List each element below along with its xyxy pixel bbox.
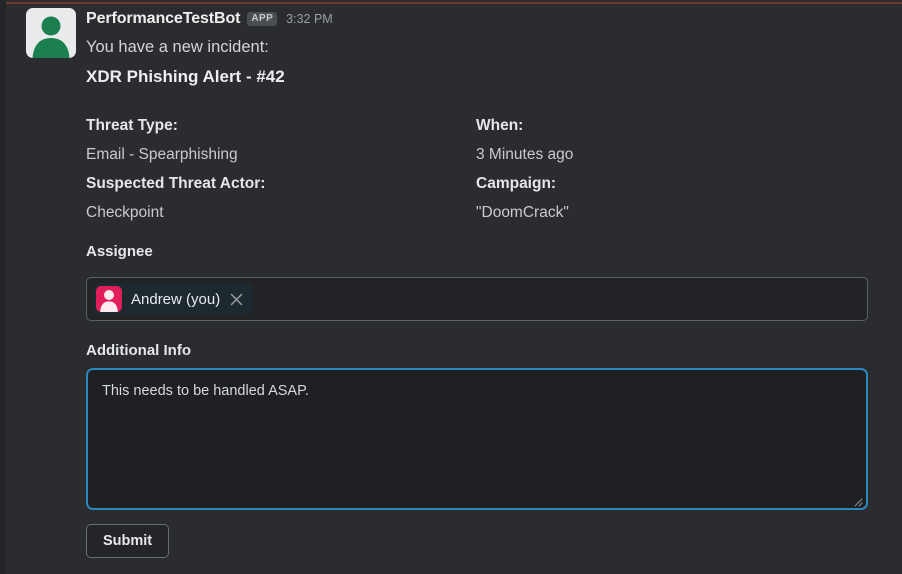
assignee-label: Assignee — [86, 243, 153, 260]
close-icon[interactable] — [229, 292, 244, 307]
field-label: Threat Type: — [86, 117, 178, 134]
fields-left-column: Threat Type: Email - Spearphishing Suspe… — [86, 111, 466, 227]
message-timestamp[interactable]: 3:32 PM — [286, 12, 333, 26]
field-value: 3 Minutes ago — [476, 146, 574, 163]
author-name[interactable]: PerformanceTestBot — [86, 10, 240, 28]
field-value: "DoomCrack" — [476, 204, 569, 221]
app-badge: APP — [247, 12, 278, 26]
field-label: Campaign: — [476, 175, 557, 192]
bot-avatar — [26, 8, 76, 58]
slack-message: PerformanceTestBot APP 3:32 PM You have … — [0, 0, 902, 574]
fields-right-column: When: 3 Minutes ago Campaign: "DoomCrack… — [476, 111, 856, 227]
field-label: Suspected Threat Actor: — [86, 175, 266, 192]
field-value: Email - Spearphishing — [86, 146, 238, 163]
additional-info-textarea[interactable] — [86, 368, 868, 510]
alert-title: XDR Phishing Alert - #42 — [86, 67, 285, 86]
submit-button[interactable]: Submit — [86, 524, 170, 558]
assignee-name: Andrew (you) — [131, 290, 221, 308]
additional-info-label: Additional Info — [86, 342, 191, 359]
author-line: PerformanceTestBot APP 3:32 PM — [86, 8, 333, 30]
field-value: Checkpoint — [86, 204, 164, 221]
assignee-avatar-icon — [96, 286, 122, 312]
intro-text: You have a new incident: — [86, 38, 269, 56]
field-label: When: — [476, 117, 524, 134]
assignee-chip[interactable]: Andrew (you) — [93, 283, 254, 315]
message-header: PerformanceTestBot APP 3:32 PM — [26, 8, 886, 58]
assignee-select[interactable]: Andrew (you) — [86, 277, 868, 321]
